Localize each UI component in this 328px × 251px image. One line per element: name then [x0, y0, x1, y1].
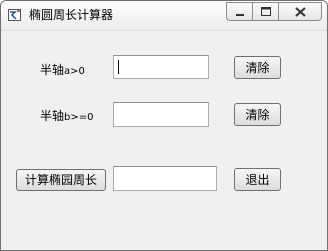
window-title: 椭圆周长计算器: [29, 8, 114, 22]
caption-buttons: [226, 2, 322, 21]
clear-b-button[interactable]: 清除: [234, 103, 281, 126]
app-icon: [8, 8, 23, 22]
maximize-button[interactable]: [252, 2, 278, 21]
minimize-icon: [236, 14, 244, 16]
calculate-perimeter-button[interactable]: 计算椭园周长: [16, 169, 106, 191]
clear-a-button[interactable]: 清除: [234, 56, 281, 79]
semi-axis-a-label: 半轴a>0: [40, 63, 85, 79]
calculator-window: 椭圆周长计算器 半轴a>0 清除 半轴b>=0 清除 计算椭园周长 退出: [0, 0, 328, 251]
semi-axis-a-input[interactable]: [113, 55, 209, 79]
semi-axis-a-condition: a>0: [64, 66, 85, 77]
maximize-icon: [261, 7, 271, 16]
close-button[interactable]: [278, 2, 322, 21]
semi-axis-a-label-text: 半轴: [40, 63, 65, 77]
semi-axis-b-label: 半轴b>=0: [40, 109, 93, 125]
close-icon: [295, 7, 306, 17]
text-caret: [118, 60, 119, 74]
title-bar[interactable]: 椭圆周长计算器: [1, 1, 327, 31]
perimeter-result-field[interactable]: [113, 166, 217, 191]
semi-axis-b-condition: b>=0: [64, 112, 94, 123]
semi-axis-b-label-text: 半轴: [40, 109, 65, 123]
exit-button[interactable]: 退出: [234, 168, 281, 191]
minimize-button[interactable]: [226, 2, 252, 21]
semi-axis-b-input[interactable]: [113, 102, 209, 127]
